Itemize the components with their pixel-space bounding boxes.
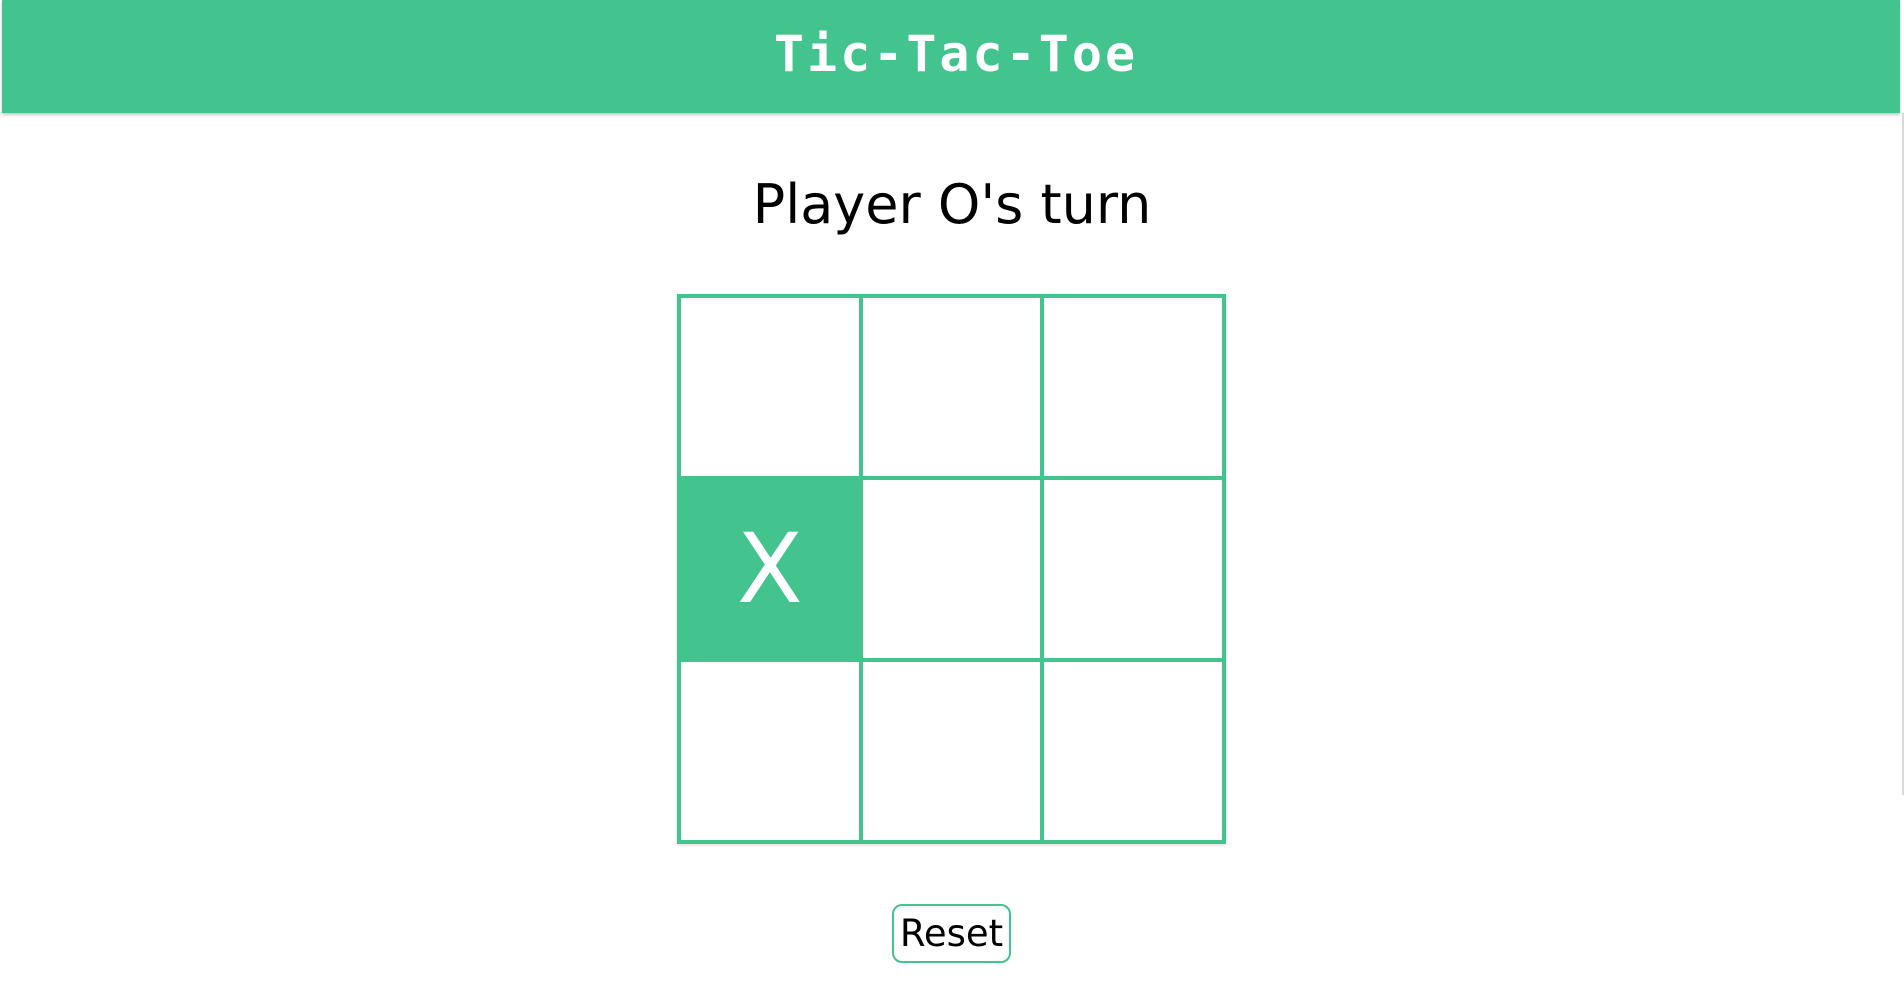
board-cell-1[interactable] <box>679 296 861 478</box>
reset-button[interactable]: Reset <box>892 904 1011 963</box>
board-cell-8[interactable] <box>860 660 1043 842</box>
board-cell-9[interactable] <box>1042 660 1224 842</box>
turn-status: Player O's turn <box>752 173 1152 236</box>
board-cell-4[interactable]: X <box>679 478 861 660</box>
board-cell-5[interactable] <box>860 478 1043 660</box>
board-cell-2[interactable] <box>860 296 1043 478</box>
game-board: X <box>677 294 1226 844</box>
board-cell-3[interactable] <box>1042 296 1224 478</box>
cell-mark: X <box>736 513 803 625</box>
board-cell-6[interactable] <box>1042 478 1224 660</box>
page-title: Tic-Tac-Toe <box>773 24 1139 83</box>
page: Tic-Tac-Toe Player O's turn X Reset <box>0 0 1904 986</box>
app-header: Tic-Tac-Toe <box>2 0 1900 113</box>
board-cell-7[interactable] <box>679 660 861 842</box>
